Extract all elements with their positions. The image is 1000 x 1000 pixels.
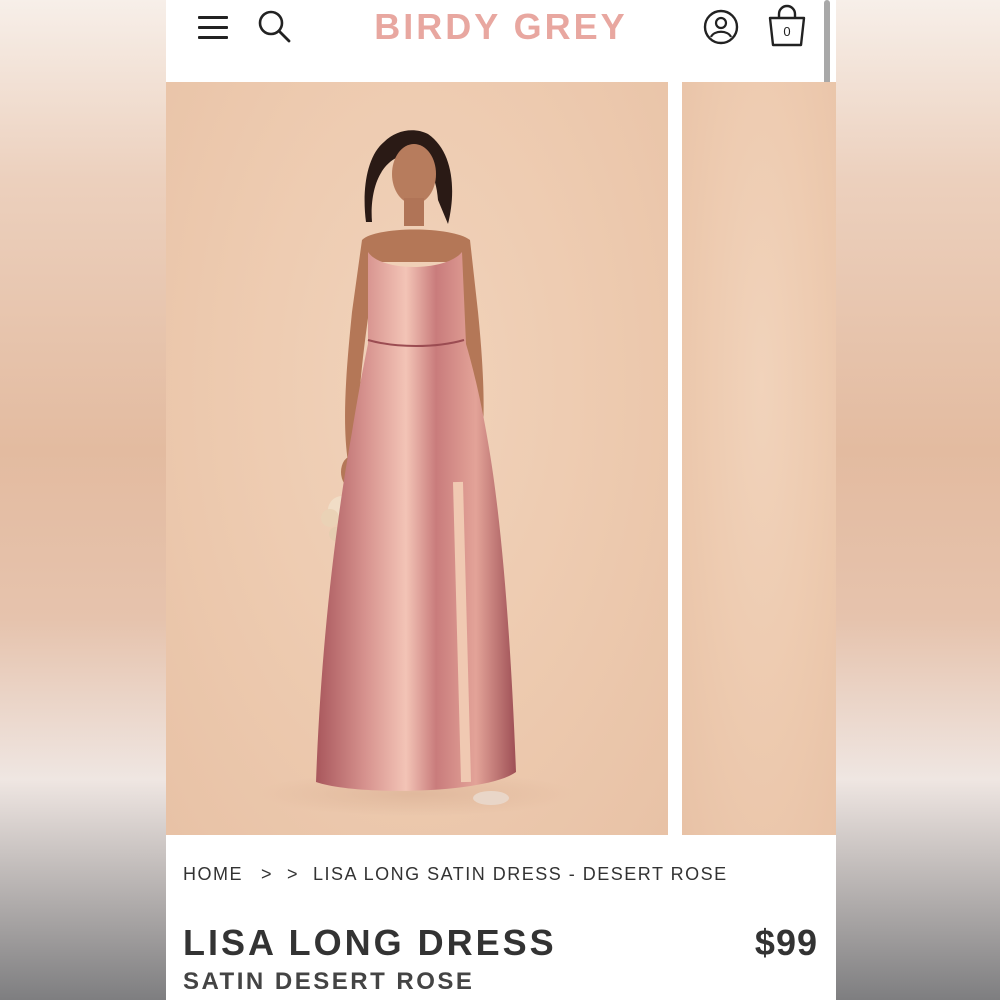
breadcrumb: HOME > > LISA LONG SATIN DRESS - DESERT ROS… [183, 864, 728, 885]
cart-count-badge: 0 [783, 24, 791, 39]
product-price: $99 [754, 922, 818, 963]
shopping-bag-button[interactable]: 0 [766, 4, 808, 48]
product-color-name: SATIN DESERT ROSE [183, 968, 475, 995]
product-image-main[interactable] [166, 82, 668, 835]
user-account-icon[interactable] [702, 8, 740, 46]
breadcrumb-home-link[interactable]: HOME [183, 864, 243, 884]
product-title: LISA LONG DRESS [183, 922, 557, 963]
model-in-satin-dress [256, 130, 576, 816]
breadcrumb-current-link[interactable]: LISA LONG SATIN DRESS - DESERT ROSE [313, 864, 728, 884]
phone-screen: BIRDY GREY 0 HOME > > LISA LONG SATIN DR… [166, 0, 836, 1000]
breadcrumb-separator: > [287, 864, 300, 884]
site-header: BIRDY GREY 0 [166, 0, 836, 100]
product-image-gallery[interactable] [166, 82, 836, 835]
breadcrumb-separator: > [261, 864, 274, 884]
product-image-next[interactable] [682, 82, 836, 835]
